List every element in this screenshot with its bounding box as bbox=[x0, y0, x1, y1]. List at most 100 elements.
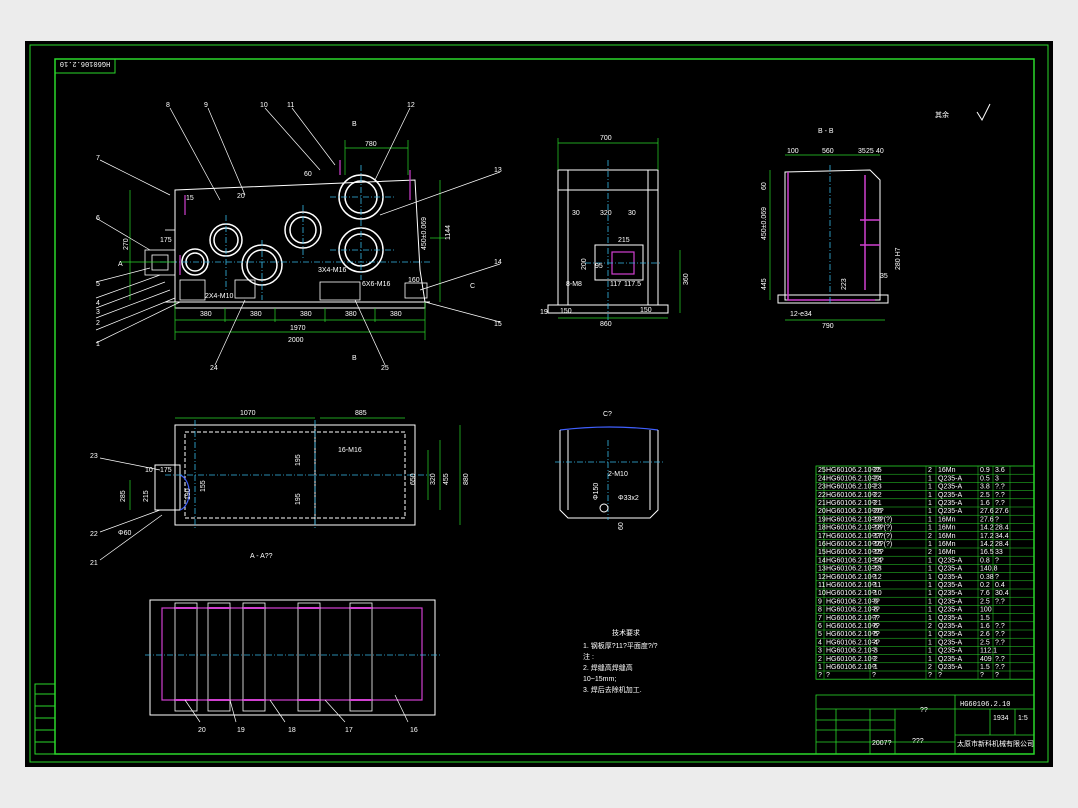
bom-cell: 409 bbox=[980, 656, 992, 663]
dim-front-20: 20 bbox=[237, 193, 245, 200]
bom-cell: 34.4 bbox=[995, 533, 1009, 540]
dim-plan-320: 320 bbox=[430, 473, 437, 485]
roughness-label: 其余 bbox=[935, 110, 949, 119]
bom-cell: 14 bbox=[818, 557, 826, 564]
bom-cell: 1 bbox=[928, 615, 932, 622]
bom-cell: 19 bbox=[818, 516, 826, 523]
bom-cell: 3.8 bbox=[980, 484, 990, 491]
bom-cell: ? bbox=[872, 500, 876, 507]
callout-1: 1 bbox=[96, 341, 100, 348]
bom-cell: ??? bbox=[872, 508, 884, 515]
bom-cell: 1 bbox=[928, 607, 932, 614]
dim-plan-455: 455 bbox=[443, 473, 450, 485]
bom-cell: 1 bbox=[928, 631, 932, 638]
bom-cell: ?.? bbox=[995, 492, 1005, 499]
callout-7: 7 bbox=[96, 155, 100, 162]
bom-cell: HG60106.2.10-4 bbox=[826, 639, 878, 646]
dim-side-200: 200 bbox=[581, 258, 588, 270]
bom-cell: 16Mn bbox=[938, 549, 956, 556]
bom-cell: 20 bbox=[818, 508, 826, 515]
bom-cell: HG60106.2.10-1 bbox=[826, 664, 878, 671]
bom-cell: Q235-A bbox=[938, 508, 962, 515]
dim-front-780: 780 bbox=[365, 141, 377, 148]
tech-item-3: 2. 焊缝高焊缝高 bbox=[583, 663, 633, 672]
bom-cell: ?? bbox=[872, 639, 880, 646]
dim-front-1970: 1970 bbox=[290, 325, 306, 332]
dim-bb-25: 25 bbox=[866, 148, 874, 155]
bom-cell: 12 bbox=[818, 574, 826, 581]
callout-16: 16 bbox=[410, 727, 418, 734]
bom-cell: ?? bbox=[872, 566, 880, 573]
bom-cell: 1 bbox=[928, 500, 932, 507]
bom-cell: HG60106.2.10-9 bbox=[826, 598, 878, 605]
dim-front-2000: 2000 bbox=[288, 337, 304, 344]
dim-side-30b: 30 bbox=[628, 210, 636, 217]
bom-cell: Q235-A bbox=[938, 623, 962, 630]
title-sheet: ??? bbox=[912, 738, 924, 745]
bom-cell: HG60106.2.10-7 bbox=[826, 615, 878, 622]
bom-cell: ?.? bbox=[995, 656, 1005, 663]
bom-cell: 1 bbox=[928, 475, 932, 482]
dim-bb-60: 60 bbox=[761, 182, 768, 190]
bom-cell: 1 bbox=[928, 639, 932, 646]
dim-bb-35: 35 bbox=[858, 148, 866, 155]
callout-12: 12 bbox=[407, 102, 415, 109]
bom-cell: 22 bbox=[818, 492, 826, 499]
bom-header-cell: ? bbox=[938, 672, 942, 679]
bom-cell: 3 bbox=[818, 648, 822, 655]
callout-11: 11 bbox=[287, 102, 294, 109]
bom-cell: 1 bbox=[818, 664, 822, 671]
bom-cell: 2 bbox=[818, 656, 822, 663]
callout-17: 17 bbox=[345, 727, 353, 734]
bom-cell: 24 bbox=[818, 475, 826, 482]
dim-side-30: 30 bbox=[572, 210, 580, 217]
callout-4: 4 bbox=[96, 300, 100, 307]
tech-item-5: 3. 焊后去除机加工. bbox=[583, 685, 642, 694]
tech-item-4: 10~15mm; bbox=[583, 676, 616, 683]
bom-cell: 1 bbox=[928, 656, 932, 663]
bom-cell: 30.4 bbox=[995, 590, 1009, 597]
dim-plan-16-m16: 16-M16 bbox=[338, 447, 362, 454]
dim-bb-450: 450±0.069 bbox=[761, 207, 768, 240]
callout-3: 3 bbox=[96, 309, 100, 316]
title-name: ?? bbox=[920, 707, 928, 714]
bom-cell: 16Mn bbox=[938, 541, 956, 548]
bom-cell: ? bbox=[872, 590, 876, 597]
bom-cell: ?.? bbox=[995, 598, 1005, 605]
dim-front-60: 60 bbox=[304, 171, 312, 178]
bom-cell: ? bbox=[872, 656, 876, 663]
callout-21: 21 bbox=[90, 560, 98, 567]
bom-header-cell: ? bbox=[826, 672, 830, 679]
callout-13: 13 bbox=[494, 167, 502, 174]
dim-front-450: 450±0.069 bbox=[421, 217, 428, 250]
callout-5: 5 bbox=[96, 281, 100, 288]
dim-front-1144: 1144 bbox=[445, 225, 452, 240]
dim-side-860: 860 bbox=[600, 321, 612, 328]
dim-plan-155: 155 bbox=[200, 480, 207, 492]
bom-cell: ???(?) bbox=[872, 541, 892, 548]
dim-side-19: 19 bbox=[540, 309, 548, 316]
bom-header-cell: ? bbox=[928, 672, 932, 679]
cad-drawing-sheet: HG60106.2.10 其余 7 6 5 4 3 2 1 8 9 10 11 … bbox=[0, 0, 1078, 808]
bom-cell: 1 bbox=[928, 566, 932, 573]
dim-plan-190: 190 bbox=[185, 488, 192, 500]
dim-bb-223: 223 bbox=[841, 278, 848, 290]
bom-cell: HG60106.2.10-6 bbox=[826, 623, 878, 630]
bom-cell: 0.2 bbox=[980, 582, 990, 589]
bom-cell: Q235-A bbox=[938, 598, 962, 605]
dim-c-60: 60 bbox=[618, 522, 625, 530]
callout-10: 10 bbox=[260, 102, 268, 109]
dim-c-2-m10: 2-M10 bbox=[608, 471, 628, 478]
bom-cell: ???(?) bbox=[872, 516, 892, 523]
dim-plan-175: 175 bbox=[160, 467, 172, 474]
bom-cell: 7 bbox=[818, 615, 822, 622]
bom-cell: 2 bbox=[928, 623, 932, 630]
bom-cell: 0.5 bbox=[980, 475, 990, 482]
bom-cell: 0.8 bbox=[980, 557, 990, 564]
bom-cell: ???(?) bbox=[872, 533, 892, 540]
callout-23: 23 bbox=[90, 453, 98, 460]
drawing-canvas bbox=[25, 41, 1053, 767]
bom-cell: ?.? bbox=[995, 484, 1005, 491]
bom-cell: 3.6 bbox=[995, 467, 1005, 474]
bom-cell: Q235-A bbox=[938, 500, 962, 507]
